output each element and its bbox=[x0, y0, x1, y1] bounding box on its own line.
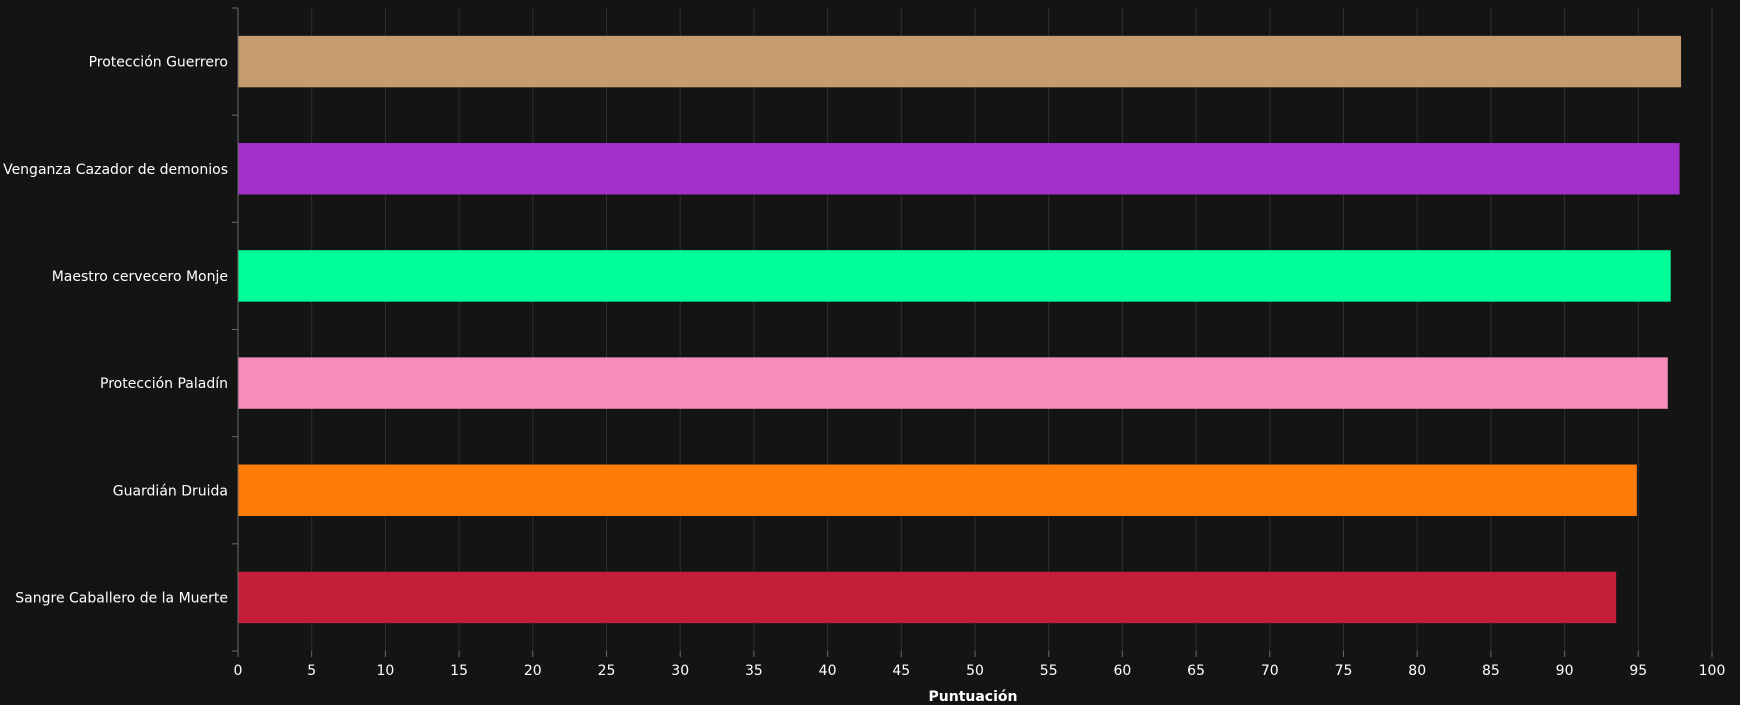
x-tick-label: 75 bbox=[1335, 663, 1353, 679]
x-tick-label: 100 bbox=[1699, 663, 1726, 679]
axes bbox=[232, 7, 239, 652]
category-label: Protección Paladín bbox=[100, 376, 228, 392]
x-tick-label: 95 bbox=[1629, 663, 1647, 679]
x-tick-label: 20 bbox=[524, 663, 542, 679]
bar[interactable] bbox=[238, 464, 1637, 516]
x-tick-label: 25 bbox=[598, 663, 616, 679]
x-tick-label: 50 bbox=[966, 663, 984, 679]
bars bbox=[238, 35, 1682, 624]
x-tick-labels: 0 5 10 15 20 25 30 35 40 45 50 55 60 65 70 75 80 85 90 95 10… bbox=[234, 651, 1726, 679]
x-tick-label: 5 bbox=[307, 663, 316, 679]
x-tick-label: 10 bbox=[376, 663, 394, 679]
category-label: Sangre Caballero de la Muerte bbox=[15, 590, 228, 606]
bar[interactable] bbox=[238, 35, 1682, 88]
bar-chart: Protección Guerrero Venganza Cazador de d… bbox=[3, 7, 1726, 705]
category-label: Maestro cervecero Monje bbox=[52, 269, 228, 285]
x-tick-label: 90 bbox=[1556, 663, 1574, 679]
x-tick-label: 15 bbox=[450, 663, 468, 679]
bar[interactable] bbox=[238, 571, 1617, 624]
x-tick-label: 70 bbox=[1261, 663, 1279, 679]
bar[interactable] bbox=[238, 357, 1668, 409]
x-tick-label: 65 bbox=[1187, 663, 1205, 679]
x-tick-label: 0 bbox=[234, 663, 243, 679]
x-tick-label: 55 bbox=[1040, 663, 1058, 679]
category-label: Protección Guerrero bbox=[89, 55, 228, 71]
x-tick-label: 35 bbox=[745, 663, 763, 679]
x-tick-label: 30 bbox=[671, 663, 689, 679]
x-tick-label: 80 bbox=[1408, 663, 1426, 679]
bar[interactable] bbox=[238, 250, 1671, 302]
category-labels: Protección Guerrero Venganza Cazador de d… bbox=[3, 55, 228, 607]
x-axis-title: Puntuación bbox=[929, 689, 1018, 705]
x-tick-label: 85 bbox=[1482, 663, 1500, 679]
bar[interactable] bbox=[238, 143, 1680, 195]
x-tick-label: 40 bbox=[819, 663, 837, 679]
x-tick-label: 60 bbox=[1113, 663, 1131, 679]
grid-lines bbox=[311, 8, 1713, 651]
category-label: Venganza Cazador de demonios bbox=[3, 162, 228, 178]
x-tick-label: 45 bbox=[892, 663, 910, 679]
category-label: Guardián Druida bbox=[113, 483, 228, 499]
